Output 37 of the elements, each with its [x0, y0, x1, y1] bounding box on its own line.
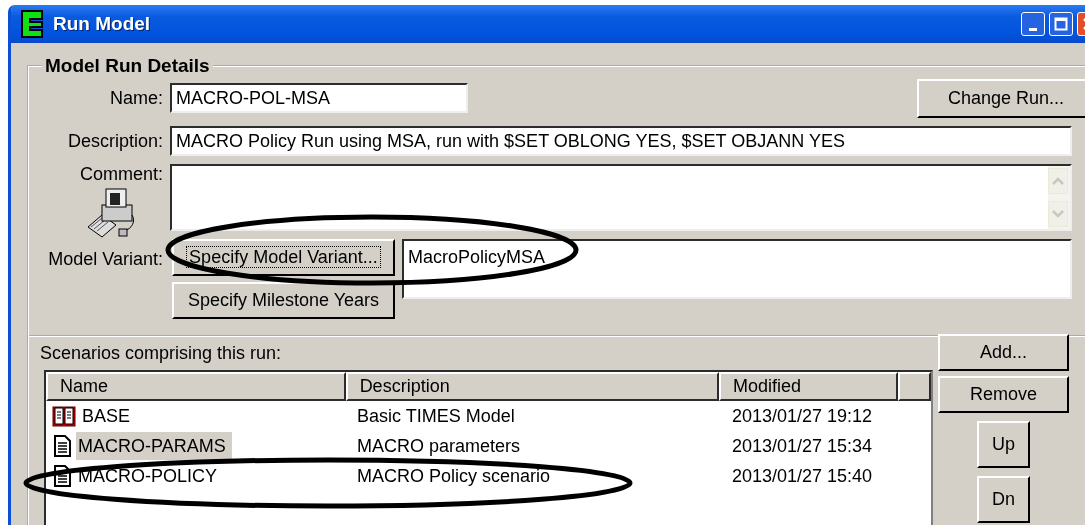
column-header[interactable]: Name: [46, 372, 346, 401]
name-field[interactable]: MACRO-POL-MSA: [170, 83, 468, 113]
description-field[interactable]: MACRO Policy Run using MSA, run with $SET OBLONG YES, $SET OBJANN YES: [170, 126, 1072, 156]
maximize-icon: [1054, 17, 1068, 31]
model-variant-label: Model Variant:: [47, 249, 164, 270]
list-action-button[interactable]: Up: [977, 421, 1030, 468]
minimize-button[interactable]: [1021, 12, 1045, 36]
window-icon: [21, 10, 43, 38]
description-label: Description:: [66, 130, 164, 152]
window-title: Run Model: [53, 13, 151, 35]
list-action-button[interactable]: Dn: [977, 476, 1030, 523]
list-action-button[interactable]: Remove: [938, 376, 1069, 413]
table-cell-text: Basic TIMES Model: [356, 405, 516, 427]
table-cell-text: 2013/01/27 15:34: [731, 435, 874, 457]
caret-down-icon: [1051, 209, 1065, 219]
document-icon: [52, 435, 72, 457]
minimize-icon: [1029, 27, 1037, 31]
table-cell-text: 2013/01/27 15:40: [731, 465, 874, 487]
change-run-button[interactable]: Change Run...: [917, 78, 1085, 118]
specify-variant-button[interactable]: Specify Model Variant...: [172, 239, 395, 276]
column-header[interactable]: Modified: [718, 372, 899, 401]
table-cell-text: 2013/01/27 19:12: [731, 405, 874, 427]
table-cell-text: MACRO Policy scenario: [356, 465, 552, 487]
scenario-name[interactable]: BASE: [80, 402, 137, 430]
column-header[interactable]: Description: [345, 372, 719, 401]
maximize-button[interactable]: [1049, 12, 1073, 36]
model-variant-field[interactable]: MacroPolicyMSA: [402, 239, 1072, 299]
name-label: Name:: [109, 87, 164, 109]
scenario-name[interactable]: MACRO-PARAMS: [76, 432, 232, 460]
caret-up-icon: [1051, 176, 1065, 186]
milestone-years-button[interactable]: Specify Milestone Years: [172, 282, 395, 319]
table-cell-text: MACRO parameters: [356, 435, 522, 457]
list-action-button[interactable]: Add...: [938, 334, 1069, 371]
scenario-name[interactable]: MACRO-POLICY: [76, 462, 224, 490]
book-icon: [52, 405, 76, 427]
comment-label: Comment:: [79, 164, 164, 185]
scenarios-label: Scenarios comprising this run:: [40, 343, 283, 365]
